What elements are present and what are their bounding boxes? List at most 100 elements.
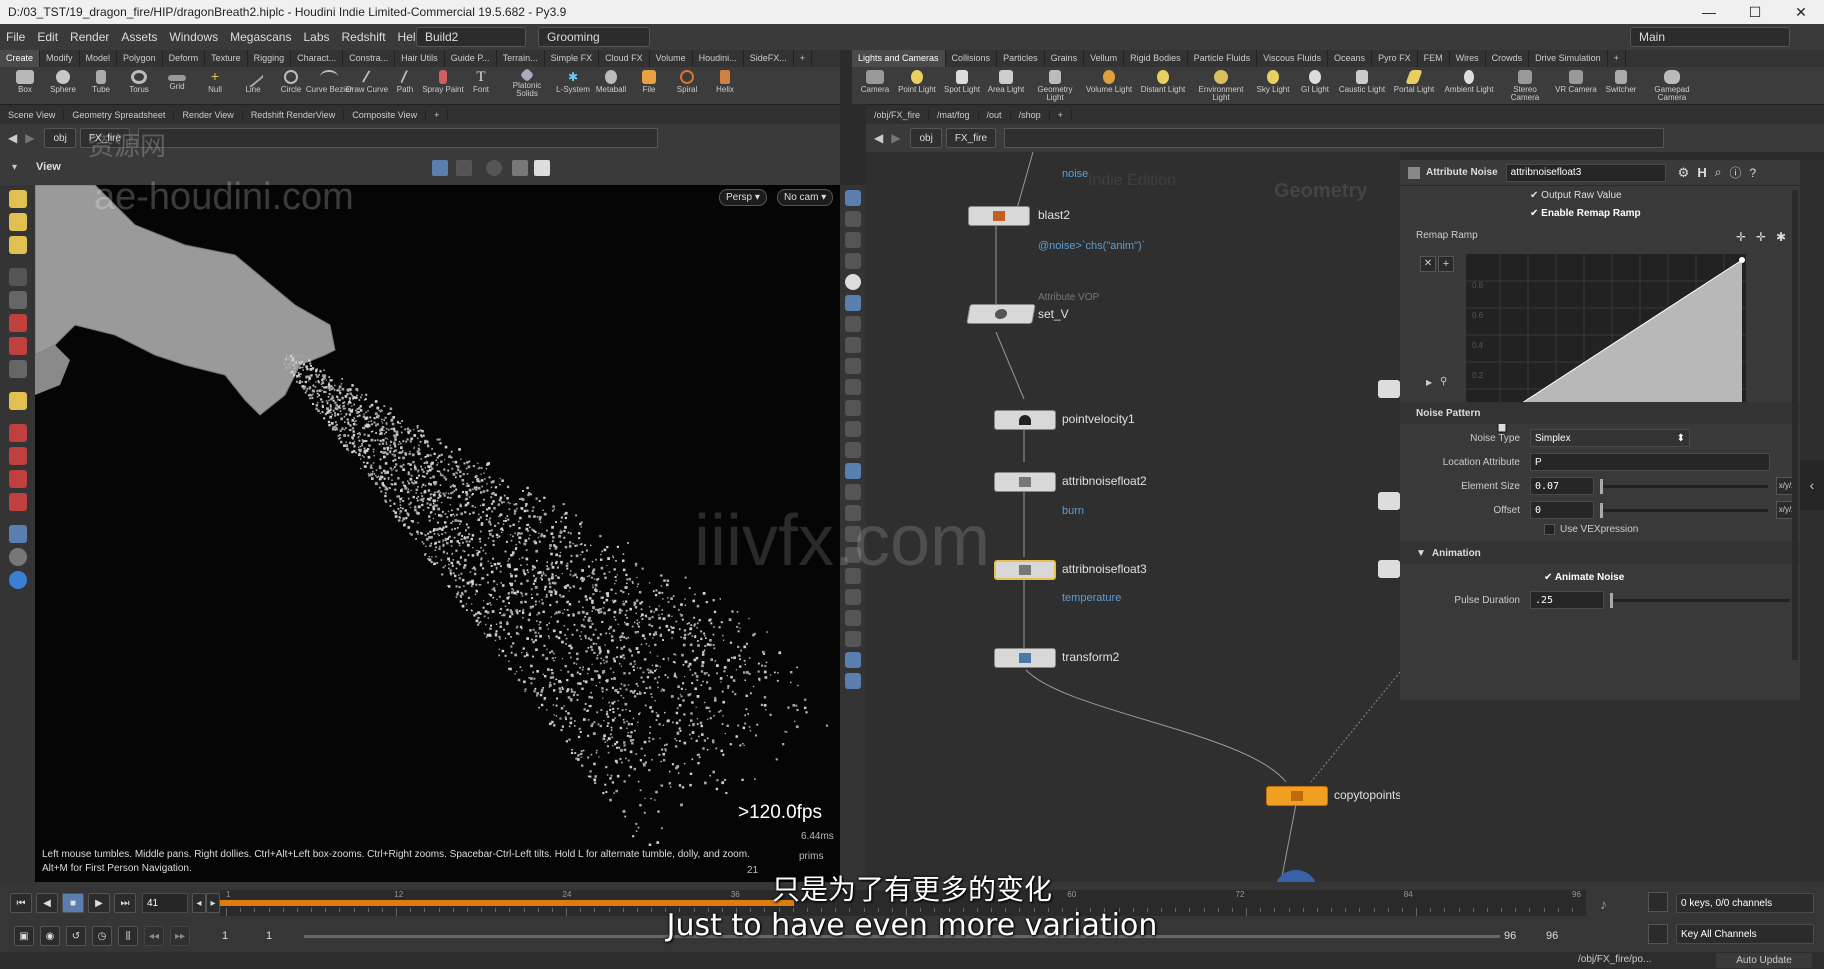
snap-grid-icon[interactable]	[8, 424, 27, 442]
guide-icon[interactable]	[845, 463, 861, 479]
shelf-tab-hair-utils[interactable]: Hair Utils	[395, 50, 445, 67]
tool-metaball[interactable]: Metaball	[592, 67, 630, 94]
menu-edit[interactable]: Edit	[31, 30, 64, 44]
camera-view-icon[interactable]	[512, 160, 528, 176]
tool-null[interactable]: + Null	[196, 67, 234, 94]
tab-redshift-renderview[interactable]: Redshift RenderView	[243, 109, 345, 120]
shelf-tab-deform[interactable]: Deform	[163, 50, 206, 67]
move-tool-icon[interactable]	[8, 213, 27, 231]
shelf-tab-polygon[interactable]: Polygon	[117, 50, 163, 67]
brush-tool-icon[interactable]	[8, 337, 27, 355]
shelf-tab-rigid-bodies[interactable]: Rigid Bodies	[1124, 50, 1188, 67]
tool-l-system[interactable]: ✱ L-System	[554, 67, 592, 94]
tool-sky-light[interactable]: Sky Light	[1252, 67, 1294, 94]
point-markers-icon[interactable]	[845, 379, 861, 395]
tab-scene-view[interactable]: Scene View	[0, 109, 65, 120]
tool-circle[interactable]: Circle	[272, 67, 310, 94]
offset-slider[interactable]	[1600, 502, 1768, 518]
tool-spiral[interactable]: Spiral	[668, 67, 706, 94]
element-size-handle[interactable]	[1600, 478, 1603, 494]
menu-windows[interactable]: Windows	[163, 30, 224, 44]
menu-assets[interactable]: Assets	[115, 30, 163, 44]
offset-field[interactable]: 0	[1530, 501, 1594, 519]
tool-helix[interactable]: Helix	[706, 67, 744, 94]
ramp-snap-icon[interactable]: ✛	[1756, 230, 1766, 244]
gear-icon[interactable]: ⚙	[1678, 165, 1690, 181]
node-attribnoisefloat3[interactable]	[994, 560, 1056, 580]
network-crumb-fx-fire[interactable]: FX_fire	[945, 128, 997, 148]
shelf-tab-lights-cameras[interactable]: Lights and Cameras	[852, 50, 946, 67]
ramp-add-button[interactable]: +	[1438, 256, 1454, 272]
network-path-field[interactable]	[1004, 128, 1665, 148]
tool-grid[interactable]: Grid	[158, 67, 196, 91]
normals-icon[interactable]	[845, 337, 861, 353]
shelf-tab-crowds[interactable]: Crowds	[1486, 50, 1530, 67]
forward-arrow-icon[interactable]: ▶	[25, 131, 34, 145]
visualizer-icon[interactable]	[845, 295, 861, 311]
add-pane-tab-button[interactable]: +	[426, 109, 449, 120]
tool-box[interactable]: Box	[6, 67, 44, 94]
menu-file[interactable]: File	[0, 30, 31, 44]
shelf-tab-wires[interactable]: Wires	[1450, 50, 1486, 67]
pulse-field[interactable]: .25	[1530, 591, 1604, 609]
tool-sphere[interactable]: Sphere	[44, 67, 82, 94]
paint-tool-icon[interactable]	[8, 360, 27, 378]
tool-font[interactable]: T Font	[462, 67, 500, 94]
menu-megascans[interactable]: Megascans	[224, 30, 297, 44]
prim-numbers-icon[interactable]	[845, 358, 861, 374]
shelf-add-tab-button-right[interactable]: +	[1608, 50, 1626, 67]
tool-tube[interactable]: Tube	[82, 67, 120, 94]
tool-vr-camera[interactable]: VR Camera	[1552, 67, 1600, 94]
view-label[interactable]: View	[36, 161, 61, 173]
close-button[interactable]: ✕	[1778, 0, 1824, 24]
desktop-select-main[interactable]: Main	[1630, 27, 1790, 47]
uv-icon[interactable]	[845, 400, 861, 416]
vector-icon[interactable]	[845, 421, 861, 437]
render-region-icon[interactable]	[8, 548, 27, 566]
view-menu-icon[interactable]: ▾	[12, 162, 17, 173]
node-transform2[interactable]	[994, 648, 1056, 668]
shelf-add-tab-button[interactable]: +	[794, 50, 812, 67]
wireframe-toggle-icon[interactable]	[456, 160, 472, 176]
tab-out[interactable]: /out	[979, 109, 1011, 120]
search-icon[interactable]: ⌕	[1715, 165, 1722, 180]
tab-composite-view[interactable]: Composite View	[344, 109, 427, 120]
scene-light-icon[interactable]	[845, 673, 861, 689]
shelf-tab-fem[interactable]: FEM	[1418, 50, 1450, 67]
pulse-slider[interactable]	[1610, 592, 1790, 608]
auto-update-button[interactable]: Auto Update	[1716, 953, 1812, 968]
lock-camera-icon[interactable]	[845, 232, 861, 248]
tool-point-light[interactable]: Point Light	[894, 67, 940, 94]
shelf-tab-rigging[interactable]: Rigging	[248, 50, 292, 67]
snap-prim-icon[interactable]	[8, 447, 27, 465]
tool-camera[interactable]: Camera	[856, 67, 894, 94]
render-icon[interactable]	[845, 631, 861, 647]
shelf-tab-particle-fluids[interactable]: Particle Fluids	[1188, 50, 1258, 67]
tool-torus[interactable]: Torus	[120, 67, 158, 94]
tool-gi-light[interactable]: GI Light	[1294, 67, 1336, 94]
tool-draw-curve[interactable]: Draw Curve	[346, 67, 388, 94]
snap-magnet-icon[interactable]	[8, 493, 27, 511]
shelf-tab-drive-simulation[interactable]: Drive Simulation	[1529, 50, 1608, 67]
shelf-tab-collisions[interactable]: Collisions	[946, 50, 998, 67]
vr-icon[interactable]	[8, 525, 27, 543]
ramp-interp-icon[interactable]: ⚲	[1440, 376, 1447, 387]
tool-spray-paint[interactable]: Spray Paint	[422, 67, 464, 94]
collapse-pane-button[interactable]: ‹	[1800, 460, 1824, 510]
add-network-tab-button[interactable]: +	[1050, 109, 1072, 120]
tool-curve-bezier[interactable]: Curve Bezier	[306, 67, 352, 94]
tool-spot-light[interactable]: Spot Light	[940, 67, 984, 94]
offscreen-node-1[interactable]	[1378, 380, 1400, 398]
node-copytopoints1[interactable]	[1266, 786, 1328, 806]
select-tool-icon[interactable]	[8, 190, 27, 208]
handle-tool-icon[interactable]	[8, 268, 27, 286]
use-vex-checkbox[interactable]: Use VEXpression	[1544, 524, 1638, 535]
shelf-tab-modify[interactable]: Modify	[40, 50, 80, 67]
shelf-tab-character[interactable]: Charact...	[291, 50, 344, 67]
shelf-tab-grains[interactable]: Grains	[1045, 50, 1085, 67]
shading-sphere-icon[interactable]	[845, 274, 861, 290]
element-size-field[interactable]: 0.07	[1530, 477, 1594, 495]
ramp-delete-button[interactable]: ✕	[1420, 256, 1436, 272]
persp-menu[interactable]: Persp ▾	[719, 189, 767, 206]
node-set-v[interactable]	[966, 304, 1036, 324]
